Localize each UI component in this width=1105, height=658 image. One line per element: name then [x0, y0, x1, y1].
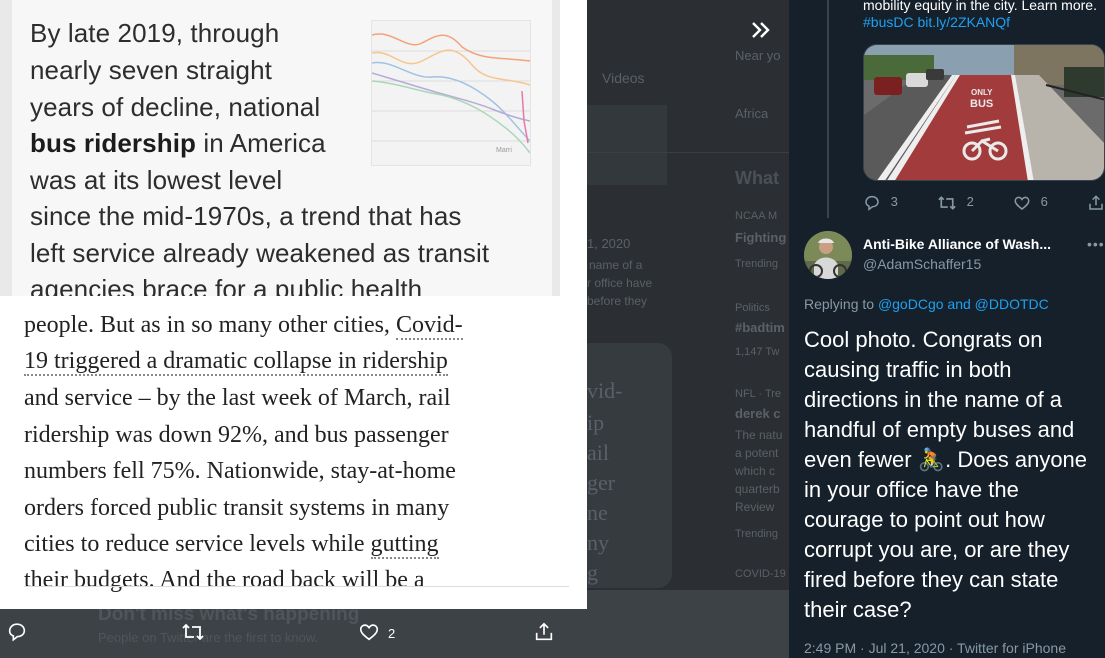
bg-fragment: 1, 2020 [587, 236, 631, 251]
bg-fragment: 1,147 Tw [735, 346, 780, 358]
bg-fragment: ger [587, 470, 616, 495]
article-bold-phrase: bus ridership [30, 128, 196, 158]
tweet-lightbox: Videos Near yo Africa What NCAA M Fighti… [0, 0, 1105, 658]
article-line: cities to reduce service levels while gu… [24, 531, 439, 559]
article-line: By late 2019, through [30, 18, 280, 48]
bg-fragment: Politics [735, 302, 770, 314]
article-line-rest: in America [203, 128, 326, 158]
thread-connector [827, 0, 829, 218]
bg-fragment: #badtim [735, 320, 785, 335]
article-line: orders forced public transit systems in … [24, 495, 450, 521]
background-timeline: Videos Near yo Africa What NCAA M Fighti… [587, 0, 789, 658]
article-card-top: By late 2019, through nearly seven strai… [0, 0, 560, 296]
bg-fragment: g [587, 560, 598, 585]
avatar[interactable] [804, 231, 852, 279]
prev-reply-action[interactable]: 3 [863, 193, 898, 212]
article-line: bus ridership in America [30, 128, 326, 159]
tweet-timestamp[interactable]: 2:49 PM · Jul 21, 2020 · Twitter for iPh… [804, 640, 1066, 656]
bus-lane-photo[interactable]: ONLY BUS [863, 44, 1105, 181]
article-line: ridership was down 92%, and bus passenge… [24, 422, 449, 448]
article-line: years of decline, national [30, 92, 321, 122]
prev-like-action[interactable]: 6 [1013, 193, 1048, 212]
bg-fragment: quarterb [735, 482, 780, 496]
tweet-text: Cool photo. Congrats on causing traffic … [804, 327, 1088, 622]
bg-fragment: a potent [735, 446, 779, 460]
bg-fragment: The natu [735, 428, 783, 442]
article-divider [24, 586, 569, 587]
article-line: nearly seven straight [30, 55, 273, 85]
bg-fragment: ip [587, 410, 605, 435]
bg-fragment: name of a [589, 258, 643, 272]
previous-tweet-text: mobility equity in the city. Learn more.… [863, 0, 1097, 30]
bg-fragment: r office have [587, 276, 653, 290]
bg-fragment: What [735, 168, 779, 188]
bg-fragment: Review [735, 500, 775, 514]
url-link[interactable]: bit.ly/2ZKANQf [917, 14, 1010, 30]
bg-fragment: which c [735, 464, 776, 478]
mention-link-ddotdc[interactable]: @DDOTDC [975, 296, 1049, 312]
bg-fragment: NCAA M [735, 210, 778, 222]
article-line: was at its lowest level [30, 165, 283, 195]
bg-fragment: Near yo [735, 48, 781, 63]
bg-fragment: ail [587, 440, 609, 465]
bg-fragment: Africa [735, 106, 769, 121]
bg-fragment: ny [587, 530, 609, 555]
article-line: left service already weakened as transit [30, 238, 490, 268]
article-line: 19 triggered a dramatic collapse in ride… [24, 348, 448, 376]
article-line: and service – by the last week of March,… [24, 385, 451, 411]
bg-fragment: COVID-19 [735, 568, 786, 580]
reply-icon [865, 195, 879, 211]
article-line: numbers fell 75%. Nationwide, stay-at-ho… [24, 458, 456, 484]
bg-fragment: Videos [602, 70, 645, 86]
prev-share-action[interactable] [1087, 193, 1105, 212]
tweet-photo[interactable]: By late 2019, through nearly seven strai… [0, 0, 587, 609]
photo-like-count: 2 [388, 626, 396, 641]
road-marking-bus: BUS [970, 98, 993, 110]
ridership-thumbnail-chart: Marri [371, 20, 531, 166]
replying-to: Replying to @goDCgo and @DDOTDC [804, 296, 1049, 312]
retweet-count: 2 [966, 194, 974, 209]
bg-fragment: before they [587, 294, 648, 308]
road-marking-only: ONLY [971, 88, 993, 97]
retweet-icon [938, 195, 956, 210]
heart-icon [1014, 196, 1030, 210]
bg-fragment: derek c [735, 406, 781, 421]
article-line: people. But as in so many other cities, … [24, 312, 463, 340]
article-line: since the mid-1970s, a trend that has [30, 201, 462, 231]
user-handle[interactable]: @AdamSchaffer15 [863, 256, 981, 272]
mention-link-godcgo[interactable]: @goDCgo [878, 296, 944, 312]
share-icon[interactable] [533, 621, 555, 645]
covid-link: Covid- [395, 312, 463, 340]
bg-fragment: vid- [587, 378, 623, 403]
prev-retweet-action[interactable]: 2 [937, 193, 974, 212]
chart-label: Marri [496, 147, 512, 154]
article-line: their budgets. And the road back will be… [24, 567, 425, 593]
display-name[interactable]: Anti-Bike Alliance of Wash... [863, 236, 1051, 252]
article-line: agencies brace for a public health [30, 274, 423, 296]
dont-miss-subtitle: People on Twitter are the first to know. [98, 630, 319, 645]
heart-icon[interactable] [358, 621, 380, 645]
cyclist-emoji-icon: 🚴 [917, 447, 946, 472]
bg-fragment: Fighting [735, 230, 787, 245]
retweet-icon[interactable] [181, 621, 205, 645]
collapse-chevron-icon[interactable] [747, 16, 775, 44]
reply-icon[interactable] [6, 621, 28, 645]
bg-fragment: Trending [735, 528, 779, 540]
bg-divider [587, 152, 789, 153]
bg-fragment: ne [587, 500, 608, 525]
like-count: 6 [1040, 194, 1048, 209]
bg-card [587, 105, 667, 185]
bg-fragment: NFL · Tre [735, 388, 782, 400]
gutting-link: gutting [370, 531, 439, 559]
reply-count: 3 [890, 194, 898, 209]
hashtag-link[interactable]: #busDC [863, 14, 914, 30]
bg-fragment: Trending [735, 258, 779, 270]
share-icon [1089, 194, 1103, 210]
more-options-icon[interactable]: ••• [1087, 236, 1105, 252]
